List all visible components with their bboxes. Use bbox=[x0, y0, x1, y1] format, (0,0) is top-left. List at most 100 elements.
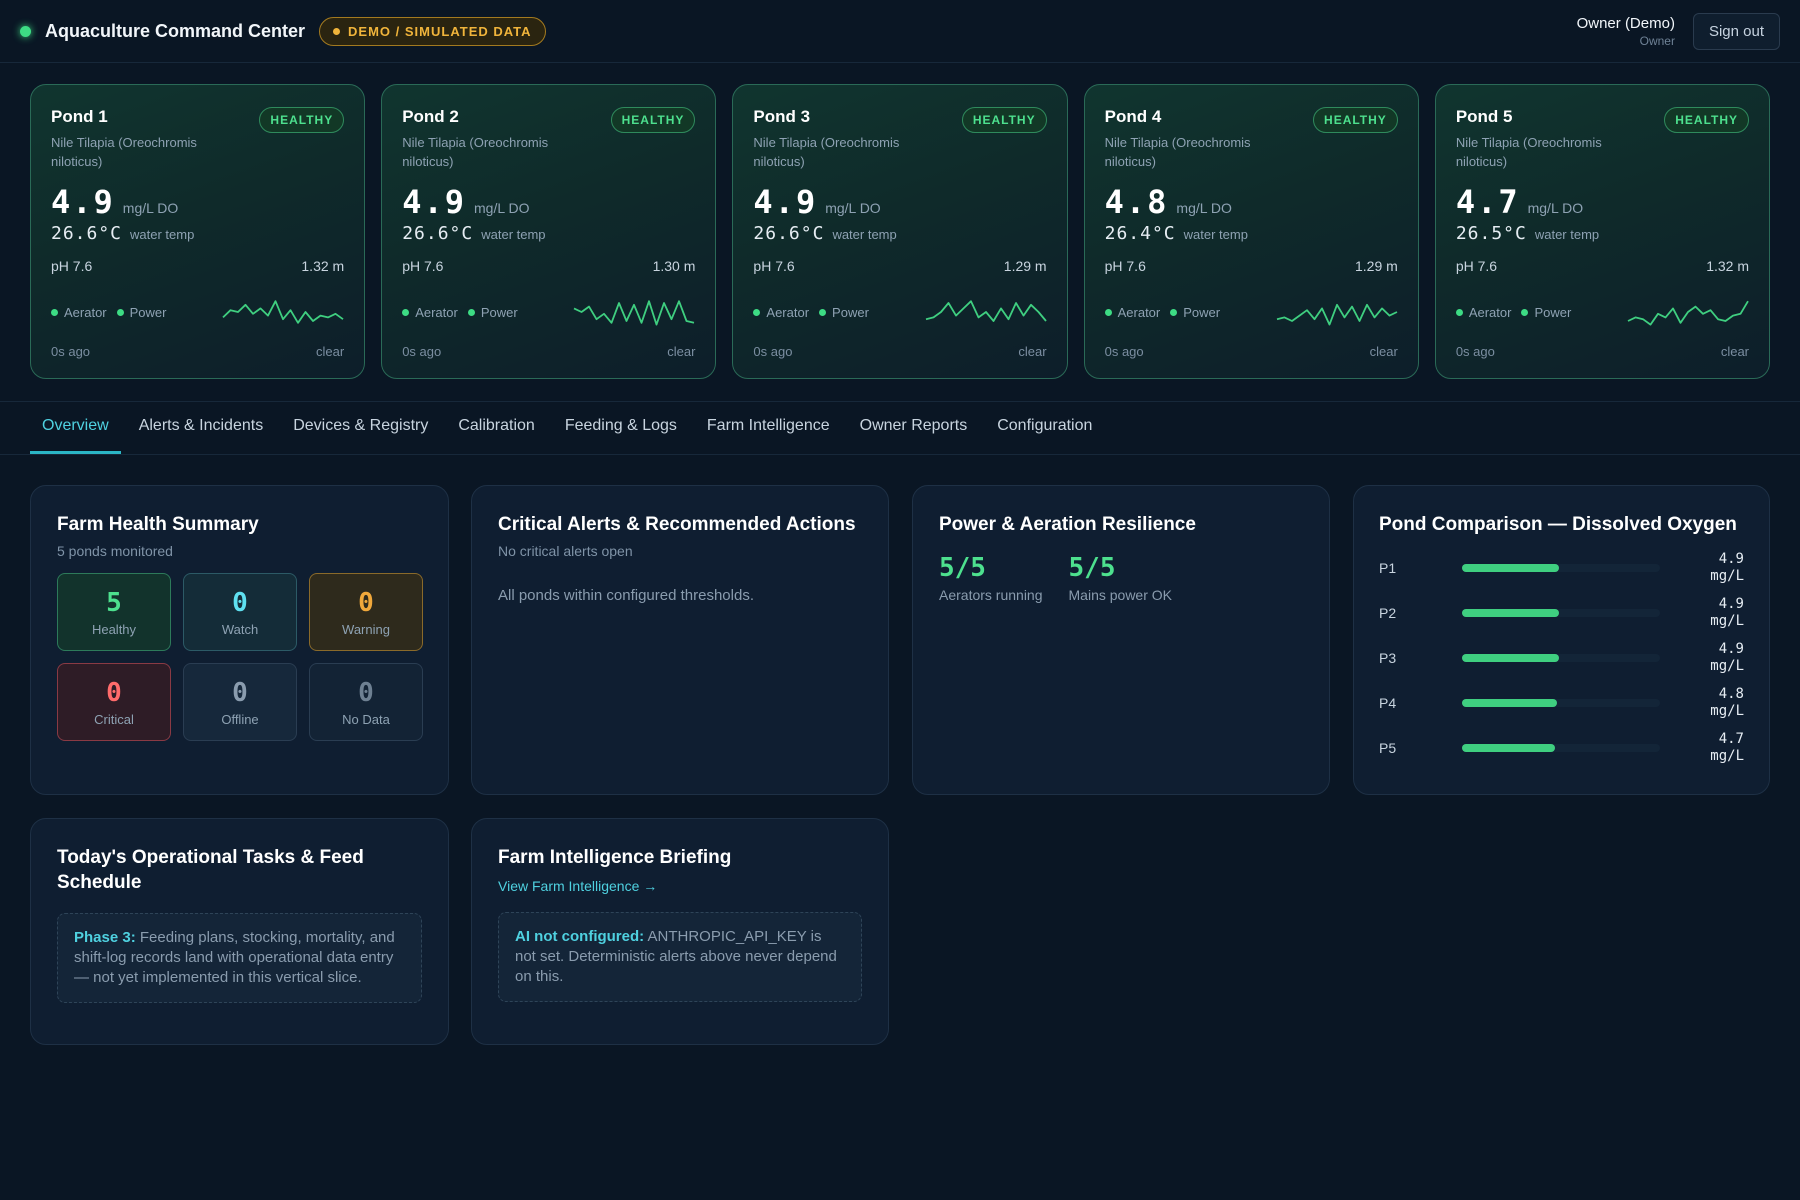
callout-lead: Phase 3: bbox=[74, 929, 136, 946]
pond-species: Nile Tilapia (Oreochromis niloticus) bbox=[1104, 135, 1251, 169]
count-label: Critical bbox=[94, 711, 134, 727]
power-label: Power bbox=[832, 304, 869, 320]
count-label: Healthy bbox=[91, 621, 137, 637]
aerator-label: Aerator bbox=[415, 304, 458, 320]
count-value: 0 bbox=[358, 587, 374, 618]
do-unit: mg/L DO bbox=[825, 200, 881, 216]
depth-value: 1.29 m bbox=[1003, 258, 1047, 274]
aerator-label: Aerator bbox=[766, 304, 810, 320]
health-warning-count[interactable]: 0 Warning bbox=[309, 573, 423, 651]
temp-label: water temp bbox=[1534, 227, 1600, 242]
pond-card[interactable]: Pond 1 HEALTHY Nile Tilapia (Oreochromis… bbox=[30, 84, 366, 379]
aerator-label: Aerator bbox=[1468, 304, 1512, 320]
power-status: Power bbox=[467, 305, 518, 320]
sparkline-series bbox=[925, 300, 1047, 322]
aerator-status: Aerator bbox=[1104, 305, 1160, 320]
do-bar bbox=[1462, 608, 1560, 617]
aerator-dot-icon bbox=[51, 308, 58, 316]
temp-label: water temp bbox=[130, 227, 195, 242]
do-sparkline bbox=[1276, 303, 1398, 326]
pond-card[interactable]: Pond 5 HEALTHY Nile Tilapia (Oreochromis… bbox=[1434, 84, 1771, 379]
tab-feeding-logs[interactable]: Feeding & Logs bbox=[553, 402, 689, 454]
do-value: 4.9 mg/L bbox=[1684, 551, 1744, 585]
pond-label: P2 bbox=[1379, 604, 1397, 621]
power-status: Power bbox=[116, 305, 167, 320]
sparkline-series bbox=[574, 300, 695, 326]
do-bar-track bbox=[1462, 563, 1660, 572]
do-unit: mg/L bbox=[1710, 747, 1744, 764]
pond-card[interactable]: Pond 4 HEALTHY Nile Tilapia (Oreochromis… bbox=[1083, 84, 1419, 379]
count-value: 0 bbox=[232, 677, 248, 708]
status-badge: HEALTHY bbox=[259, 107, 345, 133]
health-offline-count[interactable]: 0 Offline bbox=[183, 663, 297, 741]
power-dot-icon bbox=[1521, 308, 1529, 316]
count-value: 0 bbox=[358, 677, 374, 708]
aerator-status: Aerator bbox=[753, 305, 809, 320]
tasks-panel: Today's Operational Tasks & Feed Schedul… bbox=[30, 818, 449, 1045]
panel-title: Farm Intelligence Briefing bbox=[498, 847, 732, 868]
sparkline-series bbox=[222, 300, 344, 324]
mains-stat: 5/5 Mains power OK bbox=[1069, 553, 1172, 603]
count-label: Watch bbox=[221, 621, 259, 637]
health-watch-count[interactable]: 0 Watch bbox=[183, 573, 297, 651]
power-status: Power bbox=[1521, 305, 1571, 320]
tab-configuration[interactable]: Configuration bbox=[985, 402, 1104, 454]
depth-value: 1.32 m bbox=[1706, 258, 1750, 274]
pond-label: P3 bbox=[1379, 649, 1397, 666]
power-dot-icon bbox=[1170, 308, 1178, 316]
comparison-row: P2 4.9 mg/L bbox=[1379, 590, 1744, 635]
aerator-dot-icon bbox=[402, 308, 410, 316]
aerator-status: Aerator bbox=[402, 305, 458, 320]
comparison-rows: P1 4.9 mg/L P2 4.9 mg/L P3 4.9 mg/L P4 4.8 mg/L… bbox=[1379, 545, 1744, 770]
count-label: No Data bbox=[342, 711, 390, 727]
weather: clear bbox=[667, 344, 696, 359]
do-bar-track bbox=[1462, 653, 1660, 662]
comparison-row: P5 4.7 mg/L bbox=[1379, 725, 1744, 770]
last-updated: 0s ago bbox=[51, 344, 91, 359]
health-critical-count[interactable]: 0 Critical bbox=[57, 663, 171, 741]
do-number: 4.7 bbox=[1718, 730, 1744, 747]
do-sparkline bbox=[1627, 300, 1749, 326]
pond-card[interactable]: Pond 3 HEALTHY Nile Tilapia (Oreochromis… bbox=[732, 84, 1068, 379]
alerts-status: No critical alerts open bbox=[498, 543, 633, 559]
do-bar bbox=[1462, 743, 1556, 752]
view-farm-intelligence-link[interactable]: View Farm Intelligence → bbox=[498, 878, 862, 894]
do-bar-track bbox=[1462, 608, 1660, 617]
depth-value: 1.30 m bbox=[652, 258, 696, 274]
do-unit: mg/L bbox=[1710, 657, 1744, 674]
do-value: 4.7 bbox=[1455, 183, 1520, 221]
tab-devices-registry[interactable]: Devices & Registry bbox=[281, 402, 440, 454]
pond-card[interactable]: Pond 2 HEALTHY Nile Tilapia (Oreochromis… bbox=[381, 84, 717, 379]
aerator-dot-icon bbox=[753, 308, 761, 316]
aerator-label: Aerator bbox=[64, 304, 107, 320]
power-label: Power bbox=[1534, 304, 1572, 320]
temp-label: water temp bbox=[832, 227, 897, 242]
tab-farm-intelligence[interactable]: Farm Intelligence bbox=[695, 402, 842, 454]
tab-overview[interactable]: Overview bbox=[30, 402, 121, 454]
aerator-status: Aerator bbox=[1455, 304, 1512, 320]
temp-value: 26.4°C bbox=[1104, 223, 1176, 244]
do-sparkline bbox=[574, 300, 695, 326]
do-number: 4.8 bbox=[1718, 685, 1744, 702]
temp-value: 26.6°C bbox=[51, 223, 123, 244]
pond-label: P4 bbox=[1379, 694, 1397, 711]
tab-owner-reports[interactable]: Owner Reports bbox=[848, 402, 980, 454]
health-healthy-count[interactable]: 5 Healthy bbox=[57, 573, 171, 651]
count-value: 5 bbox=[106, 587, 122, 618]
user-info: Owner (Demo) Owner bbox=[1577, 15, 1675, 48]
count-label: Warning bbox=[342, 621, 390, 637]
sign-out-button[interactable]: Sign out bbox=[1692, 12, 1780, 50]
demo-badge-label: DEMO / SIMULATED DATA bbox=[348, 23, 532, 39]
phase-callout: Phase 3: Feeding plans, stocking, mortal… bbox=[57, 913, 422, 1003]
critical-alerts-panel: Critical Alerts & Recommended Actions No… bbox=[471, 485, 889, 795]
tab-calibration[interactable]: Calibration bbox=[446, 402, 546, 454]
pond-cards: Pond 1 HEALTHY Nile Tilapia (Oreochromis… bbox=[30, 84, 1771, 379]
comparison-row: P4 4.8 mg/L bbox=[1379, 680, 1744, 725]
health-nodata-count[interactable]: 0 No Data bbox=[309, 663, 423, 741]
power-aeration-panel: Power & Aeration Resilience 5/5 Aerators… bbox=[912, 485, 1330, 795]
pond-label: P1 bbox=[1379, 559, 1397, 576]
do-unit: mg/L DO bbox=[1527, 200, 1584, 216]
tab-alerts-incidents[interactable]: Alerts & Incidents bbox=[127, 402, 276, 454]
status-badge: HEALTHY bbox=[1313, 107, 1398, 133]
panel-title: Critical Alerts & Recommended Actions bbox=[498, 514, 856, 535]
